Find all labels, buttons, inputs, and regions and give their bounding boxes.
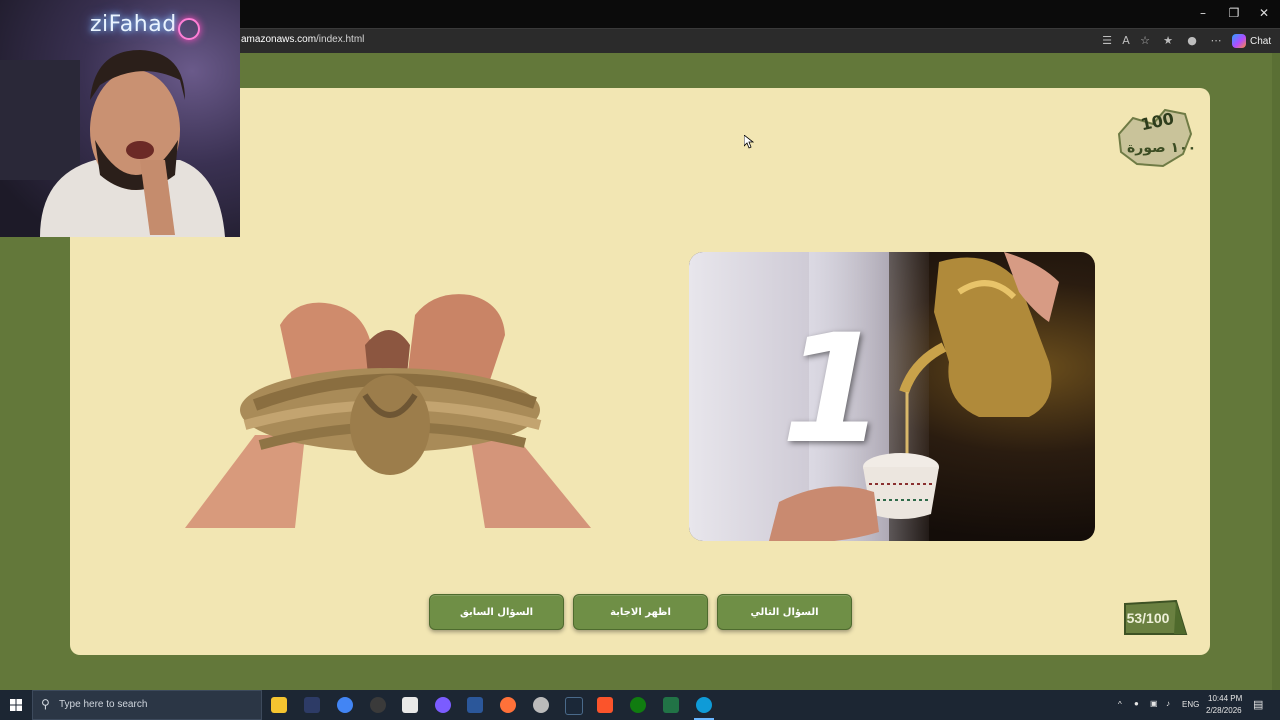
game-logo: 100 تحدي ١٠٠ صورة — [1117, 109, 1195, 168]
discord-icon[interactable] — [304, 697, 320, 713]
windows-taskbar: ⚲ Type here to search ^ ● ▣ ♪ ENG 10:44 … — [0, 690, 1280, 720]
close-icon[interactable]: ✕ — [1249, 4, 1279, 22]
copilot-chat-button[interactable]: Chat — [1232, 32, 1271, 50]
scrollbar[interactable] — [1272, 53, 1280, 690]
favorites-icon[interactable]: ★ — [1160, 33, 1176, 49]
word-icon[interactable] — [467, 697, 483, 713]
profile-icon[interactable]: ● — [1184, 33, 1200, 49]
store-icon[interactable] — [402, 697, 418, 713]
firefox-icon[interactable] — [500, 697, 516, 713]
url-path: /index.html — [316, 34, 365, 45]
more-icon[interactable]: ⋯ — [1208, 33, 1224, 49]
next-question-button[interactable]: السؤال التالي — [717, 594, 852, 630]
url-text[interactable]: amazonaws.com/index.html — [241, 34, 364, 45]
xbox-icon[interactable] — [630, 697, 646, 713]
clock-date[interactable]: 2/28/2026 — [1206, 706, 1242, 715]
previous-question-button[interactable]: السؤال السابق — [429, 594, 564, 630]
arabic-coffee-image: 1 — [689, 252, 1095, 541]
streamer-neon-sign: ziFahad — [90, 12, 177, 37]
edge-icon[interactable] — [696, 697, 712, 713]
steam-icon[interactable] — [565, 697, 583, 715]
brave-icon[interactable] — [597, 697, 613, 713]
search-icon: ⚲ — [41, 697, 50, 711]
messenger-icon[interactable] — [435, 697, 451, 713]
restore-icon[interactable]: ❐ — [1219, 4, 1249, 22]
tied-hands-image — [185, 294, 591, 528]
show-answer-button[interactable]: اظهر الاجابة — [573, 594, 708, 630]
taskbar-search-box[interactable]: ⚲ Type here to search — [32, 690, 262, 720]
notifications-icon[interactable]: ▤ — [1253, 698, 1263, 711]
question-number: 1 — [781, 303, 886, 477]
language-indicator[interactable]: ENG — [1182, 700, 1199, 709]
url-host: amazonaws.com — [241, 34, 317, 45]
file-explorer-icon[interactable] — [271, 697, 287, 713]
chat-label: Chat — [1250, 35, 1272, 47]
webcam-overlay: ziFahad — [0, 0, 240, 237]
clock-time[interactable]: 10:44 PM — [1208, 694, 1242, 703]
microphone-icon[interactable]: ● — [1134, 699, 1139, 708]
network-icon[interactable]: ▣ — [1150, 699, 1158, 708]
excel-icon[interactable] — [663, 697, 679, 713]
windows-start-icon[interactable] — [10, 699, 22, 711]
favorite-star-icon[interactable]: ☆ — [1137, 33, 1153, 49]
tray-chevron-icon[interactable]: ^ — [1118, 700, 1122, 709]
read-aloud-icon[interactable]: A — [1118, 33, 1134, 49]
coffee-pot-illustration — [769, 252, 1059, 541]
question-counter: 53/100 — [1126, 610, 1170, 626]
app-icon[interactable] — [533, 697, 549, 713]
translate-icon[interactable]: ☰ — [1099, 33, 1115, 49]
volume-icon[interactable]: ♪ — [1166, 699, 1170, 708]
copilot-icon — [1232, 34, 1246, 48]
search-placeholder: Type here to search — [59, 699, 148, 710]
planet-neon-icon — [178, 18, 200, 40]
mouse-cursor-icon — [744, 135, 754, 149]
obs-icon[interactable] — [370, 697, 386, 713]
minimize-icon[interactable]: – — [1188, 4, 1218, 22]
logo-text: تحدي ١٠٠ صورة — [1127, 140, 1195, 157]
chrome-icon[interactable] — [337, 697, 353, 713]
